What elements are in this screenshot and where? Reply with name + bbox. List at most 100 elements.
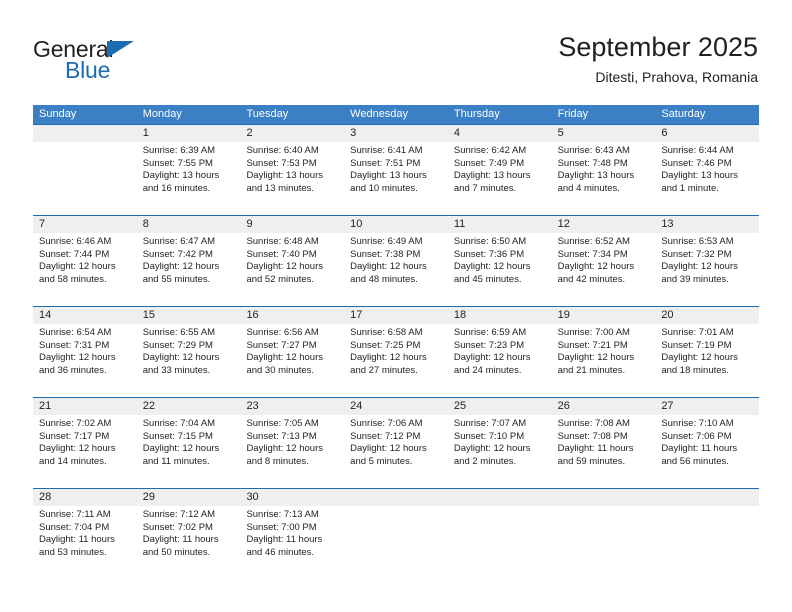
day-info: Sunrise: 7:05 AM Sunset: 7:13 PM Dayligh… [246, 418, 338, 468]
sunrise-text: Sunrise: 7:08 AM [557, 418, 630, 429]
weekday-header-saturday: Saturday [661, 108, 706, 120]
day-cell[interactable] [344, 489, 448, 579]
sunrise-text: Sunrise: 6:40 AM [246, 145, 319, 156]
day-cell[interactable]: 4 Sunrise: 6:42 AM Sunset: 7:49 PM Dayli… [448, 125, 552, 215]
day-number: 7 [39, 218, 46, 230]
day-info: Sunrise: 6:46 AM Sunset: 7:44 PM Dayligh… [39, 236, 131, 286]
daylight-text: Daylight: 12 hours and 24 minutes. [453, 352, 531, 376]
day-number: 26 [557, 400, 570, 412]
day-cell[interactable]: 3 Sunrise: 6:41 AM Sunset: 7:51 PM Dayli… [344, 125, 448, 215]
calendar-week-row: 21 Sunrise: 7:02 AM Sunset: 7:17 PM Dayl… [33, 397, 759, 488]
day-cell[interactable]: 27 Sunrise: 7:10 AM Sunset: 7:06 PM Dayl… [655, 398, 759, 488]
daylight-text: Daylight: 11 hours and 53 minutes. [39, 534, 115, 558]
day-info: Sunrise: 6:50 AM Sunset: 7:36 PM Dayligh… [454, 236, 546, 286]
day-info: Sunrise: 7:04 AM Sunset: 7:15 PM Dayligh… [143, 418, 235, 468]
day-info: Sunrise: 6:52 AM Sunset: 7:34 PM Dayligh… [558, 236, 650, 286]
day-cell[interactable]: 15 Sunrise: 6:55 AM Sunset: 7:29 PM Dayl… [137, 307, 241, 397]
sunset-text: Sunset: 7:34 PM [557, 248, 628, 260]
day-cell[interactable]: 30 Sunrise: 7:13 AM Sunset: 7:00 PM Dayl… [240, 489, 344, 579]
day-info: Sunrise: 7:13 AM Sunset: 7:00 PM Dayligh… [246, 509, 338, 559]
daylight-text: Daylight: 13 hours and 10 minutes. [350, 170, 427, 194]
day-cell[interactable]: 1 Sunrise: 6:39 AM Sunset: 7:55 PM Dayli… [137, 125, 241, 215]
day-cell[interactable] [33, 125, 137, 215]
sunrise-text: Sunrise: 6:56 AM [246, 327, 319, 338]
day-info: Sunrise: 6:40 AM Sunset: 7:53 PM Dayligh… [246, 145, 338, 195]
day-cell[interactable]: 24 Sunrise: 7:06 AM Sunset: 7:12 PM Dayl… [344, 398, 448, 488]
day-cell[interactable]: 9 Sunrise: 6:48 AM Sunset: 7:40 PM Dayli… [240, 216, 344, 306]
day-cell[interactable]: 5 Sunrise: 6:43 AM Sunset: 7:48 PM Dayli… [552, 125, 656, 215]
day-number: 9 [246, 218, 253, 230]
day-info: Sunrise: 7:07 AM Sunset: 7:10 PM Dayligh… [454, 418, 546, 468]
day-cell[interactable]: 21 Sunrise: 7:02 AM Sunset: 7:17 PM Dayl… [33, 398, 137, 488]
calendar-week-row: 7 Sunrise: 6:46 AM Sunset: 7:44 PM Dayli… [33, 215, 759, 306]
day-info: Sunrise: 7:12 AM Sunset: 7:02 PM Dayligh… [143, 509, 235, 559]
day-info: Sunrise: 7:10 AM Sunset: 7:06 PM Dayligh… [661, 418, 753, 468]
sunrise-text: Sunrise: 7:04 AM [142, 418, 216, 429]
day-cell[interactable]: 8 Sunrise: 6:47 AM Sunset: 7:42 PM Dayli… [137, 216, 241, 306]
day-cell[interactable] [552, 489, 656, 579]
day-cell[interactable]: 12 Sunrise: 6:52 AM Sunset: 7:34 PM Dayl… [552, 216, 656, 306]
day-cell[interactable]: 13 Sunrise: 6:53 AM Sunset: 7:32 PM Dayl… [655, 216, 759, 306]
daylight-text: Daylight: 12 hours and 48 minutes. [350, 261, 427, 285]
calendar-week-row: 14 Sunrise: 6:54 AM Sunset: 7:31 PM Dayl… [33, 306, 759, 397]
sunset-text: Sunset: 7:06 PM [661, 430, 732, 442]
daylight-text: Daylight: 12 hours and 5 minutes. [350, 443, 427, 467]
day-cell[interactable]: 10 Sunrise: 6:49 AM Sunset: 7:38 PM Dayl… [344, 216, 448, 306]
logo-text-blue: Blue [65, 57, 111, 83]
sunset-text: Sunset: 7:19 PM [661, 339, 732, 351]
day-cell[interactable]: 17 Sunrise: 6:58 AM Sunset: 7:25 PM Dayl… [344, 307, 448, 397]
sunset-text: Sunset: 7:00 PM [246, 521, 317, 533]
day-cell[interactable]: 28 Sunrise: 7:11 AM Sunset: 7:04 PM Dayl… [33, 489, 137, 579]
day-number: 28 [39, 491, 52, 503]
day-cell[interactable]: 25 Sunrise: 7:07 AM Sunset: 7:10 PM Dayl… [448, 398, 552, 488]
sunrise-text: Sunrise: 6:49 AM [350, 236, 423, 247]
day-number: 29 [142, 491, 155, 503]
day-cell[interactable]: 29 Sunrise: 7:12 AM Sunset: 7:02 PM Dayl… [137, 489, 241, 579]
day-cell[interactable]: 18 Sunrise: 6:59 AM Sunset: 7:23 PM Dayl… [448, 307, 552, 397]
sunset-text: Sunset: 7:12 PM [350, 430, 421, 442]
day-cell[interactable]: 2 Sunrise: 6:40 AM Sunset: 7:53 PM Dayli… [240, 125, 344, 215]
daylight-text: Daylight: 12 hours and 52 minutes. [246, 261, 324, 285]
day-cell[interactable] [448, 489, 552, 579]
general-blue-logo[interactable]: General Blue [33, 38, 253, 88]
day-cell[interactable]: 26 Sunrise: 7:08 AM Sunset: 7:08 PM Dayl… [552, 398, 656, 488]
day-info: Sunrise: 7:11 AM Sunset: 7:04 PM Dayligh… [39, 509, 131, 559]
weekday-header-thursday: Thursday [453, 108, 500, 120]
day-cell[interactable]: 6 Sunrise: 6:44 AM Sunset: 7:46 PM Dayli… [655, 125, 759, 215]
daylight-text: Daylight: 11 hours and 59 minutes. [557, 443, 634, 467]
day-cell[interactable]: 7 Sunrise: 6:46 AM Sunset: 7:44 PM Dayli… [33, 216, 137, 306]
day-number: 15 [142, 309, 155, 321]
day-number: 22 [142, 400, 155, 412]
weekday-header-wednesday: Wednesday [350, 108, 409, 120]
day-cell[interactable] [655, 489, 759, 579]
sunset-text: Sunset: 7:15 PM [142, 430, 213, 442]
day-number: 17 [350, 309, 363, 321]
sunset-text: Sunset: 7:04 PM [39, 521, 110, 533]
sunset-text: Sunset: 7:46 PM [661, 157, 732, 169]
day-number: 21 [39, 400, 52, 412]
sunrise-text: Sunrise: 6:58 AM [350, 327, 423, 338]
day-cell[interactable]: 22 Sunrise: 7:04 AM Sunset: 7:15 PM Dayl… [137, 398, 241, 488]
day-cell[interactable]: 14 Sunrise: 6:54 AM Sunset: 7:31 PM Dayl… [33, 307, 137, 397]
sunset-text: Sunset: 7:10 PM [453, 430, 525, 442]
daylight-text: Daylight: 13 hours and 13 minutes. [246, 170, 324, 194]
day-cell[interactable]: 11 Sunrise: 6:50 AM Sunset: 7:36 PM Dayl… [448, 216, 552, 306]
day-info: Sunrise: 6:53 AM Sunset: 7:32 PM Dayligh… [661, 236, 753, 286]
day-cell[interactable]: 23 Sunrise: 7:05 AM Sunset: 7:13 PM Dayl… [240, 398, 344, 488]
sunrise-text: Sunrise: 6:41 AM [350, 145, 423, 156]
sunrise-text: Sunrise: 6:55 AM [142, 327, 216, 338]
day-cell[interactable]: 20 Sunrise: 7:01 AM Sunset: 7:19 PM Dayl… [655, 307, 759, 397]
day-cell[interactable]: 16 Sunrise: 6:56 AM Sunset: 7:27 PM Dayl… [240, 307, 344, 397]
calendar-week-row: 28 Sunrise: 7:11 AM Sunset: 7:04 PM Dayl… [33, 488, 759, 579]
daylight-text: Daylight: 12 hours and 14 minutes. [39, 443, 116, 467]
daylight-text: Daylight: 12 hours and 55 minutes. [142, 261, 220, 285]
day-number: 8 [142, 218, 149, 230]
daylight-text: Daylight: 12 hours and 45 minutes. [453, 261, 531, 285]
sunset-text: Sunset: 7:21 PM [557, 339, 628, 351]
day-info: Sunrise: 6:59 AM Sunset: 7:23 PM Dayligh… [454, 327, 546, 377]
daylight-text: Daylight: 12 hours and 21 minutes. [557, 352, 635, 376]
sunrise-text: Sunrise: 6:43 AM [557, 145, 630, 156]
sunset-text: Sunset: 7:36 PM [453, 248, 525, 260]
day-number: 24 [350, 400, 363, 412]
day-cell[interactable]: 19 Sunrise: 7:00 AM Sunset: 7:21 PM Dayl… [552, 307, 656, 397]
